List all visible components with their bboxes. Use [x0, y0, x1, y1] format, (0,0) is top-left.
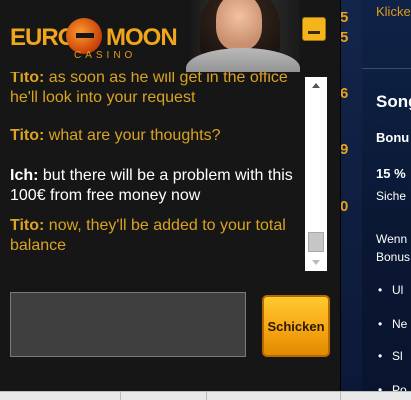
scroll-up-icon[interactable]: [312, 83, 320, 88]
message-sender: Tito:: [10, 217, 45, 234]
background-number: 5: [340, 9, 349, 26]
message-text: what are your thoughts?: [44, 127, 221, 144]
list-item: • Ne: [378, 317, 408, 331]
background-top-link[interactable]: Klicke: [376, 4, 411, 19]
message-input[interactable]: [10, 292, 246, 357]
chat-window: EURO MOON CASINO Tito: as soon as he wil…: [0, 0, 341, 391]
background-number: 0: [340, 198, 349, 215]
scroll-thumb[interactable]: [308, 232, 324, 252]
message-scrollbar[interactable]: [305, 77, 327, 271]
logo-text-casino: CASINO: [74, 50, 137, 61]
background-number: 9: [340, 141, 349, 158]
background-paragraph-line: Bonus: [376, 250, 411, 264]
background-paragraph-line: Wenn: [376, 232, 408, 246]
background-subtext: Siche: [376, 189, 407, 203]
agent-avatar: [186, 0, 300, 72]
background-percent: 15 %: [376, 166, 406, 181]
background-number: 6: [340, 85, 349, 102]
chat-message: Tito: as soon as he will get in the offi…: [10, 72, 300, 108]
message-text: but there will be a problem with this 10…: [10, 167, 293, 204]
minimize-button[interactable]: [302, 17, 326, 41]
message-sender: Tito:: [10, 127, 45, 144]
message-text: now, they'll be added to your total bala…: [10, 217, 286, 254]
message-list: Tito: as soon as he will get in the offi…: [0, 72, 305, 272]
message-sender: Tito:: [10, 72, 45, 86]
scroll-down-icon[interactable]: [312, 260, 320, 265]
background-heading: Song: [376, 92, 411, 111]
background-divider: [362, 68, 411, 69]
message-text: as soon as he will get in the office he'…: [10, 72, 288, 106]
chat-message: Tito: what are your thoughts?: [10, 126, 300, 146]
chat-header: EURO MOON CASINO: [0, 0, 340, 72]
list-item: • Ul: [378, 283, 404, 297]
message-sender: Ich:: [10, 167, 39, 184]
background-number: 5: [340, 29, 349, 46]
chat-message: Tito: now, they'll be added to your tota…: [10, 216, 300, 256]
logo-moon-icon: [66, 18, 102, 54]
background-bonus-label: Bonu: [376, 130, 410, 145]
background-paragraph: Wenn Bonus: [376, 230, 410, 266]
list-item: • Sl: [378, 349, 403, 363]
chat-message: Ich: but there will be a problem with th…: [10, 166, 300, 206]
send-button[interactable]: Schicken: [262, 295, 330, 357]
minimize-icon: [308, 31, 320, 34]
euromoon-logo: EURO MOON CASINO: [10, 14, 178, 64]
logo-text-moon: MOON: [106, 24, 178, 51]
